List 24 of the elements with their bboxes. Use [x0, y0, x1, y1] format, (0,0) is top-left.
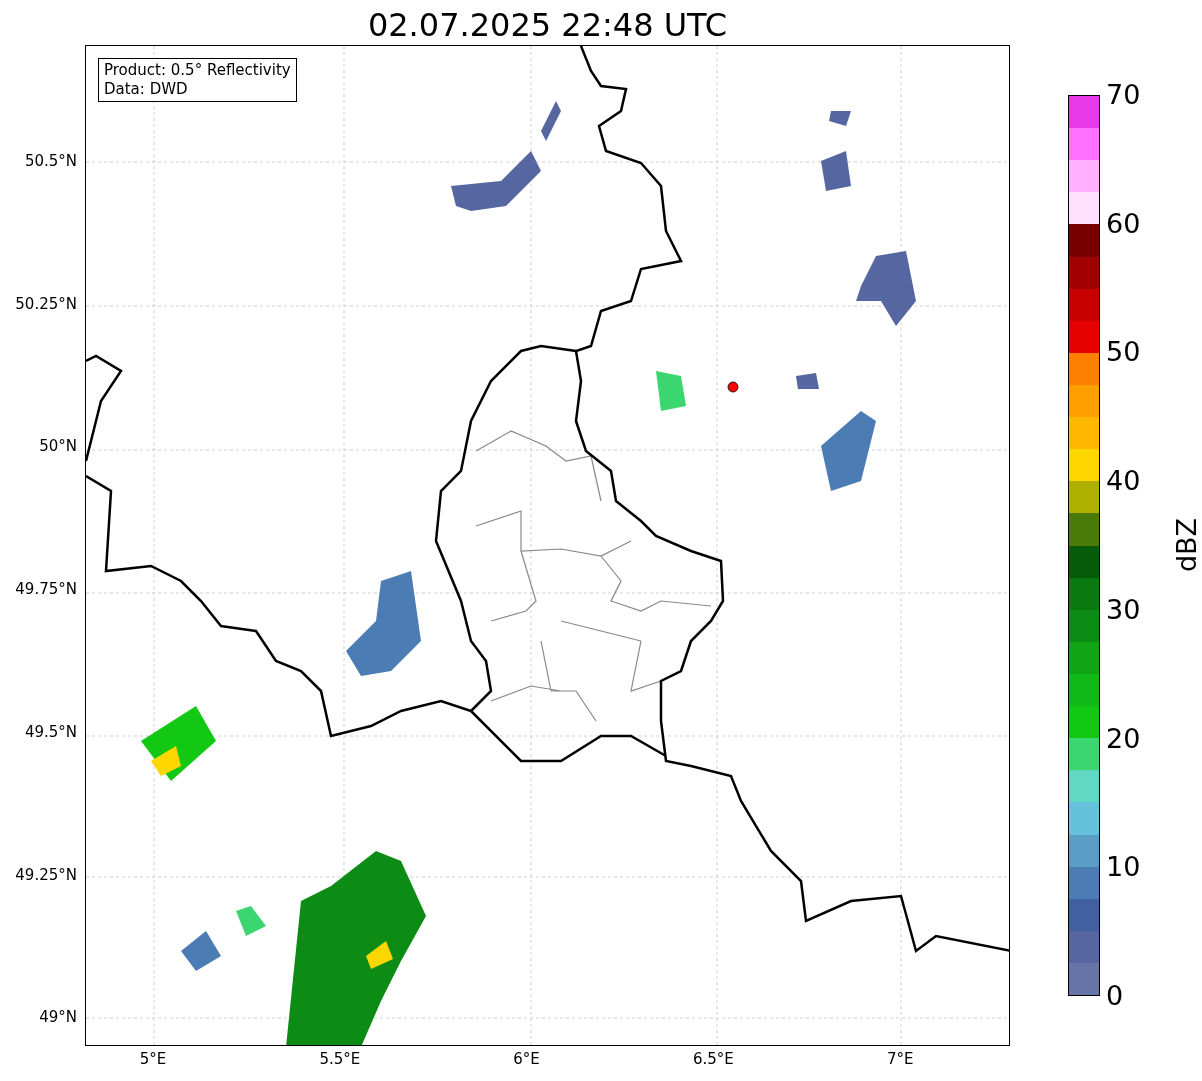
longitude-label: 5°E — [139, 1050, 167, 1068]
latitude-label: 49.25°N — [15, 865, 77, 884]
colorbar-tick-label: 70 — [1106, 80, 1141, 110]
longitude-label: 5.5°E — [319, 1050, 361, 1068]
colorbar-tick-label: 40 — [1106, 466, 1141, 497]
colorbar-tick-label: 20 — [1106, 723, 1141, 754]
latitude-label: 49.75°N — [15, 580, 77, 599]
chart-title: 02.07.2025 22:48 UTC — [367, 5, 728, 45]
latitude-label: 50°N — [39, 437, 77, 456]
colorbar-title: dBZ — [1172, 517, 1202, 573]
colorbar-tick-label: 30 — [1106, 594, 1141, 625]
colorbar-tick-label: 10 — [1106, 852, 1141, 883]
info-line: Data: DWD — [104, 80, 189, 99]
colorbar-tick-label: 50 — [1106, 337, 1141, 368]
latitude-label: 50.5°N — [24, 152, 77, 170]
longitude-label: 6.5°E — [692, 1050, 734, 1068]
longitude-label: 7°E — [886, 1050, 914, 1068]
colorbar-tick-label: 60 — [1106, 208, 1141, 239]
longitude-label: 6°E — [513, 1050, 540, 1068]
latitude-label: 49.5°N — [24, 722, 77, 741]
latitude-label: 50.25°N — [15, 294, 77, 313]
colorbar-tick-label: 0 — [1106, 981, 1124, 1011]
latitude-label: 49°N — [39, 1008, 77, 1027]
info-line: Product: 0.5° Reflectivity — [104, 61, 291, 80]
